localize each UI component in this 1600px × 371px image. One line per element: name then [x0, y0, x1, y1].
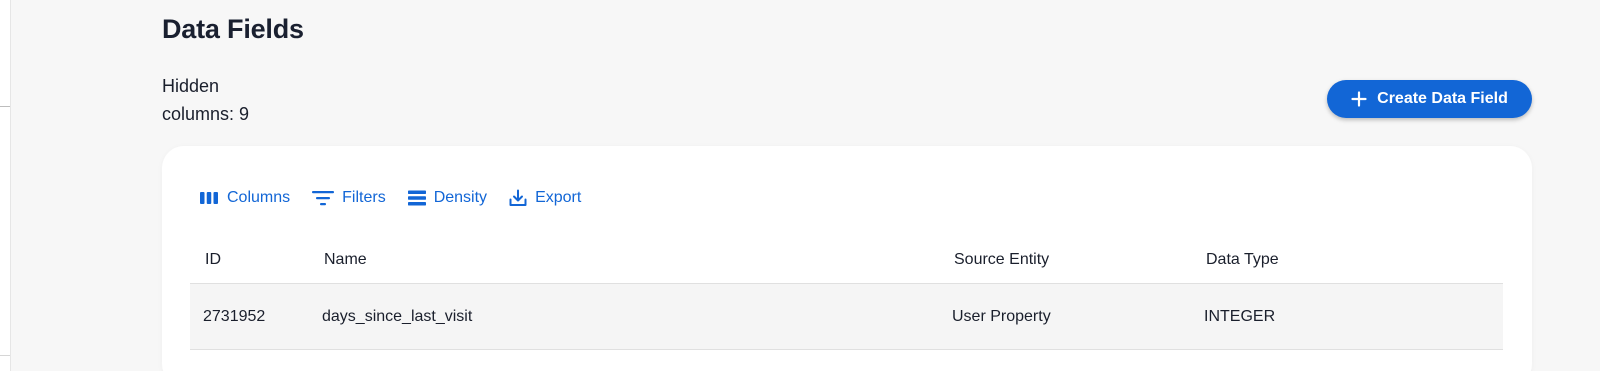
density-button[interactable]: Density	[407, 189, 488, 207]
column-header-source-entity[interactable]: Source Entity	[954, 236, 1049, 283]
filter-icon	[312, 191, 335, 206]
filters-button[interactable]: Filters	[312, 189, 386, 207]
cell-name: days_since_last_visit	[322, 307, 473, 325]
cell-source-entity: User Property	[952, 307, 1051, 325]
export-button[interactable]: Export	[509, 189, 581, 207]
page: Data Fields Hidden columns: 9 Create Dat…	[0, 0, 1600, 371]
hidden-columns-label: Hidden	[162, 76, 220, 96]
cell-id: 2731952	[203, 307, 266, 325]
left-gutter	[0, 0, 11, 371]
columns-label: Columns	[227, 189, 291, 206]
hidden-columns-info: Hidden columns: 9	[162, 72, 249, 128]
table-header: ID Name Source Entity Data Type	[190, 236, 1503, 284]
filters-label: Filters	[342, 189, 386, 206]
table-row[interactable]: 2731952 days_since_last_visit User Prope…	[190, 284, 1503, 350]
column-header-id[interactable]: ID	[205, 236, 221, 283]
column-header-data-type[interactable]: Data Type	[1206, 236, 1279, 283]
density-icon	[407, 190, 426, 206]
export-icon	[509, 189, 527, 206]
divider	[0, 106, 10, 107]
divider	[0, 355, 10, 356]
columns-icon	[200, 192, 218, 204]
hidden-columns-count: columns: 9	[162, 104, 250, 124]
export-label: Export	[535, 189, 582, 206]
plus-icon	[1351, 91, 1367, 107]
cell-data-type: INTEGER	[1204, 307, 1276, 325]
create-data-field-button[interactable]: Create Data Field	[1327, 80, 1532, 118]
columns-button[interactable]: Columns	[199, 189, 290, 207]
page-title: Data Fields	[162, 14, 304, 44]
create-data-field-label: Create Data Field	[1377, 90, 1508, 107]
column-header-name[interactable]: Name	[324, 236, 367, 283]
grid-toolbar: Columns Filters Density Export	[199, 186, 603, 210]
density-label: Density	[433, 189, 488, 206]
